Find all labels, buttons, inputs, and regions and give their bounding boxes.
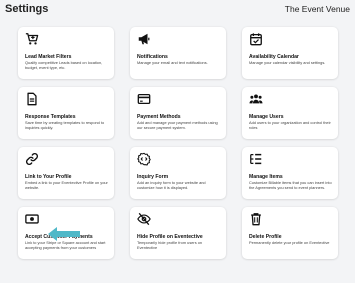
card-payment-methods[interactable]: Payment Methods Add and manage your paym… xyxy=(130,87,226,139)
cart-plus-icon xyxy=(25,32,39,46)
calendar-check-icon xyxy=(249,32,263,46)
megaphone-icon xyxy=(137,32,151,46)
page-title: Settings xyxy=(5,3,49,15)
card-manage-users[interactable]: Manage Users Add users to your organizat… xyxy=(242,87,338,139)
card-inquiry-form[interactable]: Inquiry Form Add an inquiry form to your… xyxy=(130,147,226,199)
card-description: Add an inquiry form to your website and … xyxy=(137,180,206,190)
card-description: Embed a link to your Eventective Profile… xyxy=(25,180,108,190)
venue-name: The Event Venue xyxy=(284,4,350,14)
list-icon xyxy=(249,152,263,166)
document-icon xyxy=(25,92,39,106)
arrow-shape xyxy=(48,227,80,241)
users-icon xyxy=(249,92,263,106)
card-description: Temporarily hide profile from users on E… xyxy=(137,240,203,250)
card-hide-profile[interactable]: Hide Profile on Eventective Temporarily … xyxy=(130,207,226,259)
settings-grid: Lead Market Filters Qualify competitive … xyxy=(18,27,338,259)
card-description: Qualify competitive Leads based on locat… xyxy=(25,60,103,70)
card-availability-calendar[interactable]: Availability Calendar Manage your calend… xyxy=(242,27,338,79)
card-response-templates[interactable]: Response Templates Save time by creating… xyxy=(18,87,114,139)
card-description: Customize Billable items that you can in… xyxy=(249,180,332,190)
card-description: Link to your Stripe or Square account an… xyxy=(25,240,106,250)
card-manage-items[interactable]: Manage Items Customize Billable items th… xyxy=(242,147,338,199)
card-lead-market-filters[interactable]: Lead Market Filters Qualify competitive … xyxy=(18,27,114,79)
card-description: Manage your email and text notifications… xyxy=(137,60,208,65)
eye-slash-icon xyxy=(137,212,151,226)
code-icon xyxy=(137,152,151,166)
card-delete-profile[interactable]: Delete Profile Permanently delete your p… xyxy=(242,207,338,259)
credit-card-icon xyxy=(137,92,151,106)
card-description: Permanently delete your profile on Event… xyxy=(249,240,330,245)
trash-icon xyxy=(249,212,263,226)
card-description: Save time by creating templates to respo… xyxy=(25,120,105,130)
page-header: Settings The Event Venue xyxy=(0,0,355,22)
card-description: Add and manage your payment methods usin… xyxy=(137,120,218,130)
card-description: Add users to your organization and contr… xyxy=(249,120,331,130)
card-description: Manage your calendar visibility and sett… xyxy=(249,60,326,65)
money-icon xyxy=(25,212,39,226)
card-notifications[interactable]: Notifications Manage your email and text… xyxy=(130,27,226,79)
link-icon xyxy=(25,152,39,166)
card-link-to-profile[interactable]: Link to Your Profile Embed a link to you… xyxy=(18,147,114,199)
arrow-left-icon xyxy=(48,227,80,241)
